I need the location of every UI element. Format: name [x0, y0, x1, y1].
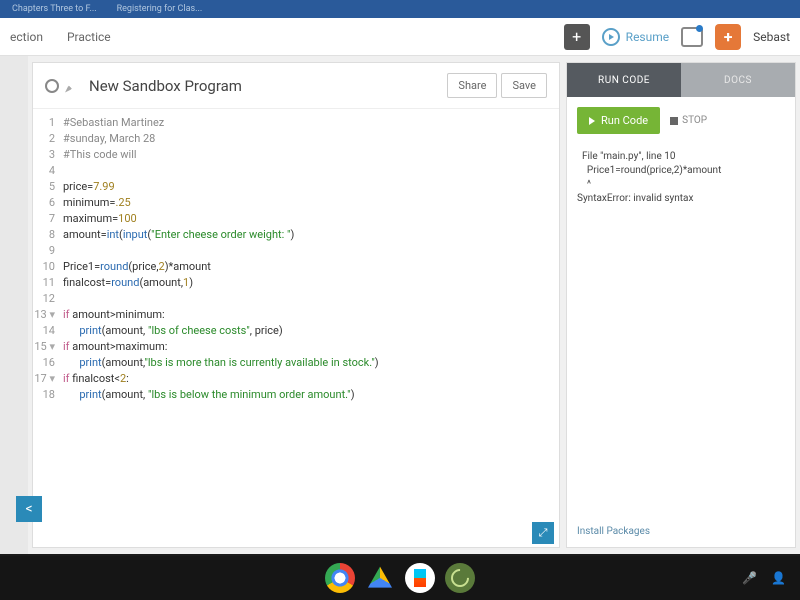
- install-packages-link[interactable]: Install Packages: [567, 516, 795, 547]
- run-code-button[interactable]: Run Code: [577, 107, 660, 134]
- badge-icon[interactable]: [715, 24, 741, 50]
- back-button[interactable]: <: [16, 496, 42, 522]
- calendar-icon[interactable]: [681, 27, 703, 47]
- main-area: New Sandbox Program Share Save 123456789…: [0, 56, 800, 554]
- browser-tab[interactable]: Chapters Three to F...: [12, 4, 97, 14]
- tab-docs[interactable]: DOCS: [681, 63, 795, 97]
- new-button[interactable]: +: [564, 24, 590, 50]
- mic-icon[interactable]: 🎤: [742, 571, 757, 585]
- expand-button[interactable]: ⤢: [532, 522, 554, 544]
- editor-panel: New Sandbox Program Share Save 123456789…: [32, 62, 560, 548]
- nav-section[interactable]: ection: [10, 30, 43, 44]
- lamp-icon: [45, 79, 59, 93]
- code-editor[interactable]: 12345678910111213 ▾1415 ▾1617 ▾18 #Sebas…: [33, 109, 559, 547]
- tab-run-code[interactable]: RUN CODE: [567, 63, 681, 97]
- left-gutter: [0, 56, 28, 554]
- play-store-icon[interactable]: [405, 563, 435, 593]
- top-nav: ection Practice + Resume Sebast: [0, 18, 800, 56]
- stop-button[interactable]: STOP: [670, 115, 707, 126]
- program-title[interactable]: New Sandbox Program: [89, 77, 443, 95]
- browser-tab-strip: Chapters Three to F... Registering for C…: [0, 0, 800, 18]
- save-button[interactable]: Save: [501, 73, 547, 98]
- code-lines[interactable]: #Sebastian Martinez#sunday, March 28#Thi…: [63, 115, 559, 541]
- pencil-icon[interactable]: [65, 79, 79, 93]
- play-circle-icon: [602, 28, 620, 46]
- browser-tab[interactable]: Registering for Clas...: [117, 4, 203, 14]
- resume-button[interactable]: Resume: [602, 28, 669, 46]
- chrome-icon[interactable]: [325, 563, 355, 593]
- line-numbers: 12345678910111213 ▾1415 ▾1617 ▾18: [33, 115, 63, 541]
- output-panel: RUN CODE DOCS Run Code STOP File "main.p…: [566, 62, 796, 548]
- files-icon[interactable]: [445, 563, 475, 593]
- user-name[interactable]: Sebast: [753, 30, 790, 44]
- drive-icon[interactable]: [365, 563, 395, 593]
- account-icon[interactable]: 👤: [771, 571, 786, 585]
- taskbar: 🎤 👤: [0, 556, 800, 600]
- share-button[interactable]: Share: [447, 73, 497, 98]
- console-output: File "main.py", line 10 Price1=round(pri…: [567, 144, 795, 516]
- nav-practice[interactable]: Practice: [67, 30, 111, 44]
- editor-header: New Sandbox Program Share Save: [33, 63, 559, 109]
